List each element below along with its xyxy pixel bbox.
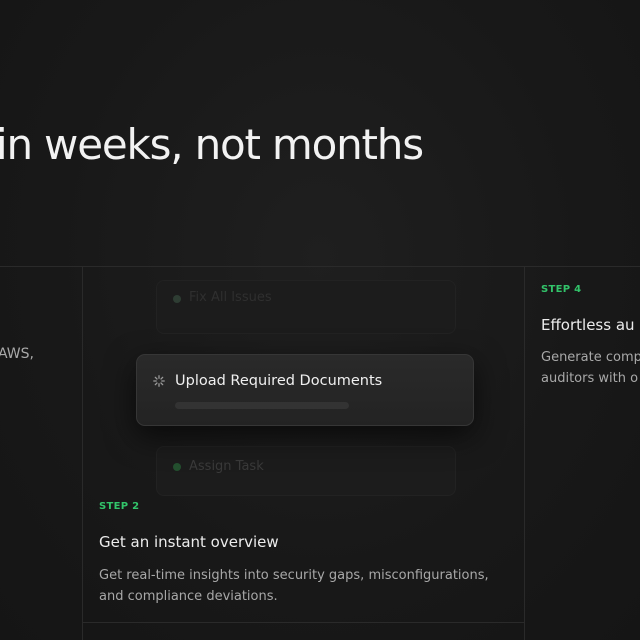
- grid-divider-right: [524, 266, 525, 640]
- loading-spinner-icon: [153, 375, 165, 387]
- step4-title: Effortless au: [541, 316, 635, 334]
- step2-desc-line1: Get real-time insights into security gap…: [99, 568, 489, 583]
- task-card-label: Assign Task: [189, 459, 264, 474]
- status-dot-icon: [173, 463, 181, 471]
- step2-title: Get an instant overview: [99, 533, 279, 551]
- status-dot-icon: [173, 295, 181, 303]
- step4-desc-line2: auditors with o: [541, 371, 639, 386]
- grid-divider-left: [82, 266, 83, 640]
- grid-divider-horizontal: [0, 266, 640, 267]
- hero-headline: in weeks, not months: [0, 120, 424, 169]
- task-card-label: Fix All Issues: [189, 290, 272, 305]
- grid-divider-bottom: [82, 622, 524, 623]
- task-card-fix-issues: Fix All Issues: [156, 280, 456, 334]
- upload-progress-bar: [175, 402, 349, 409]
- task-card-upload-documents: Upload Required Documents: [136, 354, 474, 426]
- step4-label: STEP 4: [541, 284, 582, 295]
- step4-desc-line1: Generate comp: [541, 350, 640, 365]
- task-card-assign: Assign Task: [156, 446, 456, 496]
- step1-desc-fragment: AWS,: [0, 346, 34, 362]
- step2-label: STEP 2: [99, 501, 140, 512]
- task-card-title: Upload Required Documents: [175, 373, 383, 389]
- page: in weeks, not months AWS, Fix All Issues…: [0, 0, 640, 640]
- step2-desc-line2: and compliance deviations.: [99, 589, 278, 604]
